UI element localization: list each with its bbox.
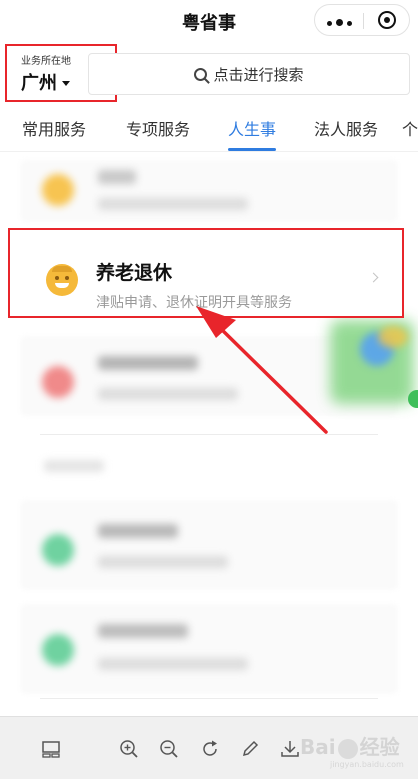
paw-icon: [337, 738, 358, 759]
watermark-url: jingyan.baidu.com: [330, 760, 404, 769]
pencil-icon[interactable]: [239, 738, 261, 760]
rotate-icon[interactable]: [199, 738, 221, 760]
watermark: Bai 经验: [300, 731, 400, 760]
watermark-text-2: 经验: [359, 735, 400, 759]
annotation-arrow: [196, 306, 328, 434]
layout-icon[interactable]: [40, 738, 62, 760]
watermark-text: Bai: [300, 735, 336, 759]
download-icon[interactable]: [279, 738, 301, 760]
zoom-in-icon[interactable]: [118, 738, 140, 760]
zoom-out-icon[interactable]: [158, 738, 180, 760]
arrow-head: [196, 306, 236, 338]
arrow-shaft: [212, 320, 328, 434]
